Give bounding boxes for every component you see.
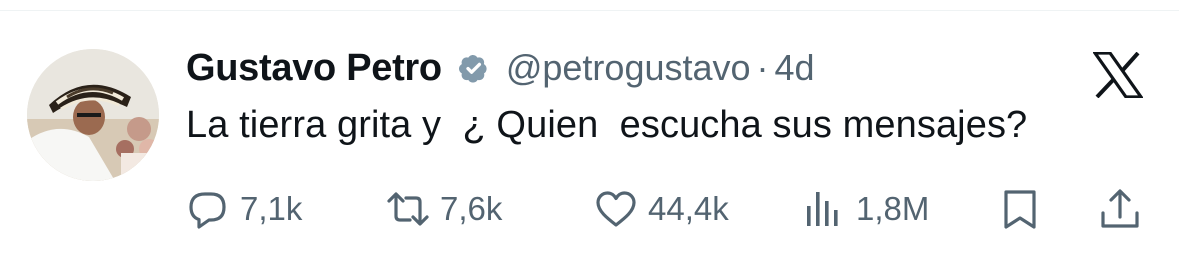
x-logo-icon[interactable] xyxy=(1091,51,1145,99)
user-handle[interactable]: @petrogustavo xyxy=(506,47,751,89)
repost-arrows-icon xyxy=(386,187,430,231)
tweet-card[interactable]: Gustavo Petro @petrogustavo · 4d La tier… xyxy=(0,0,1179,264)
bookmark-button[interactable] xyxy=(998,185,1042,233)
tweet-text: La tierra grita y ¿ Quien escucha sus me… xyxy=(186,104,1028,146)
display-name[interactable]: Gustavo Petro xyxy=(186,47,442,90)
action-bar: 7,1k 7,6k 44,4k 1,8M xyxy=(186,185,1146,233)
views-count: 1,8M xyxy=(856,190,930,227)
repost-button[interactable]: 7,6k xyxy=(386,185,502,233)
bar-chart-icon xyxy=(802,187,846,231)
separator-dot: · xyxy=(756,47,769,88)
like-button[interactable]: 44,4k xyxy=(594,185,729,233)
tweet-header: Gustavo Petro @petrogustavo · 4d xyxy=(186,42,815,94)
speech-bubble-icon xyxy=(186,187,230,231)
repost-count: 7,6k xyxy=(440,190,503,227)
bookmark-icon xyxy=(998,187,1042,231)
avatar[interactable] xyxy=(27,49,159,181)
verified-badge-icon xyxy=(456,50,492,86)
share-upload-icon xyxy=(1098,187,1142,231)
views-button[interactable]: 1,8M xyxy=(802,185,929,233)
timestamp[interactable]: 4d xyxy=(775,47,815,89)
like-count: 44,4k xyxy=(648,190,729,227)
reply-count: 7,1k xyxy=(240,190,303,227)
heart-icon xyxy=(594,187,638,231)
share-button[interactable] xyxy=(1098,185,1142,233)
reply-button[interactable]: 7,1k xyxy=(186,185,302,233)
avatar-image xyxy=(27,49,159,181)
